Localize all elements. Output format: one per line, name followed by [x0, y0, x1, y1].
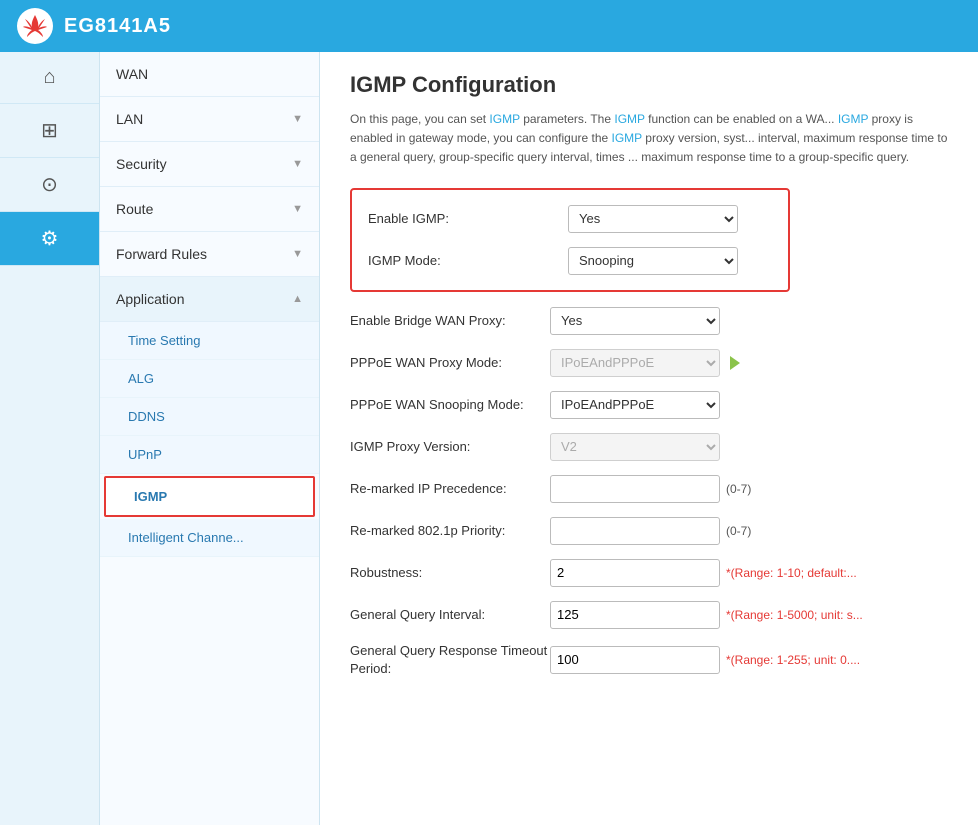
re-marked-ip-hint: (0-7)	[726, 482, 751, 496]
huawei-logo-icon	[16, 7, 54, 45]
general-query-response-hint: *(Range: 1-255; unit: 0....	[726, 653, 860, 667]
general-query-response-input[interactable]	[550, 646, 720, 674]
bridge-wan-proxy-label: Enable Bridge WAN Proxy:	[350, 313, 550, 328]
igmp-proxy-version-label: IGMP Proxy Version:	[350, 439, 550, 454]
re-marked-ip-control: (0-7)	[550, 475, 751, 503]
nav-item-wan[interactable]: WAN	[100, 52, 319, 97]
robustness-control: *(Range: 1-10; default:...	[550, 559, 857, 587]
igmp-mode-label: IGMP Mode:	[368, 253, 568, 268]
re-marked-ip-row: Re-marked IP Precedence: (0-7)	[350, 474, 948, 504]
nav-label-wan: WAN	[116, 66, 148, 82]
igmp-proxy-version-select[interactable]: V2 V3	[550, 433, 720, 461]
subnav-label-ddns: DDNS	[128, 409, 165, 424]
re-marked-ip-label: Re-marked IP Precedence:	[350, 481, 550, 496]
chevron-down-icon: ▼	[292, 113, 303, 125]
re-marked-802-input[interactable]	[550, 517, 720, 545]
enable-igmp-control: Yes No	[568, 205, 738, 233]
nav-item-route[interactable]: Route ▼	[100, 187, 319, 232]
general-query-interval-label: General Query Interval:	[350, 607, 550, 622]
bridge-wan-proxy-row: Enable Bridge WAN Proxy: Yes No	[350, 306, 948, 336]
gear-icon: ⚙	[41, 226, 59, 251]
subnav-label-intelligent-channel: Intelligent Channe...	[128, 530, 244, 545]
general-query-interval-control: *(Range: 1-5000; unit: s...	[550, 601, 863, 629]
nav-item-application[interactable]: Application ▲	[100, 277, 319, 322]
subnav-item-time-setting[interactable]: Time Setting	[100, 322, 319, 360]
pppoe-wan-proxy-mode-row: PPPoE WAN Proxy Mode: IPoEAndPPPoE	[350, 348, 948, 378]
igmp-mode-control: Snooping Proxy	[568, 247, 738, 275]
nav-label-forward-rules: Forward Rules	[116, 246, 207, 262]
nav-item-security[interactable]: Security ▼	[100, 142, 319, 187]
sidebar-item-home[interactable]: ⌂	[0, 52, 99, 104]
subnav-item-upnp[interactable]: UPnP	[100, 436, 319, 474]
pppoe-wan-snooping-mode-control: IPoEAndPPPoE	[550, 391, 720, 419]
cursor-pointer-icon	[730, 356, 740, 370]
page-description: On this page, you can set IGMP parameter…	[350, 110, 948, 168]
sidebar-item-gear[interactable]: ⚙	[0, 212, 99, 266]
clock-icon: ⊙	[41, 172, 58, 197]
igmp-mode-row: IGMP Mode: Snooping Proxy	[368, 246, 772, 276]
subnav-label-upnp: UPnP	[128, 447, 162, 462]
sidebar-item-clock[interactable]: ⊙	[0, 158, 99, 212]
enable-igmp-label: Enable IGMP:	[368, 211, 568, 226]
content-area: IGMP Configuration On this page, you can…	[320, 52, 978, 825]
robustness-row: Robustness: *(Range: 1-10; default:...	[350, 558, 948, 588]
main-layout: ⌂ ⊞ ⊙ ⚙ WAN LAN ▼ Security ▼ Route ▼ For…	[0, 52, 978, 825]
page-title: IGMP Configuration	[350, 72, 948, 98]
chevron-down-icon: ▼	[292, 158, 303, 170]
robustness-label: Robustness:	[350, 565, 550, 580]
app-title: EG8141A5	[64, 15, 171, 38]
chevron-down-icon: ▼	[292, 248, 303, 260]
enable-igmp-row: Enable IGMP: Yes No	[368, 204, 772, 234]
home-icon: ⌂	[43, 66, 55, 89]
nav-item-forward-rules[interactable]: Forward Rules ▼	[100, 232, 319, 277]
nav-label-lan: LAN	[116, 111, 143, 127]
re-marked-802-control: (0-7)	[550, 517, 751, 545]
general-query-interval-hint: *(Range: 1-5000; unit: s...	[726, 608, 863, 622]
logo: EG8141A5	[16, 7, 171, 45]
general-query-response-control: *(Range: 1-255; unit: 0....	[550, 646, 860, 674]
sidebar: ⌂ ⊞ ⊙ ⚙	[0, 52, 100, 825]
pppoe-wan-proxy-mode-control: IPoEAndPPPoE	[550, 349, 740, 377]
re-marked-802-hint: (0-7)	[726, 524, 751, 538]
subnav-item-alg[interactable]: ALG	[100, 360, 319, 398]
igmp-highlight-box: Enable IGMP: Yes No IGMP Mode: Snooping …	[350, 188, 790, 292]
box-icon: ⊞	[41, 118, 58, 143]
subnav-label-alg: ALG	[128, 371, 154, 386]
pppoe-wan-snooping-mode-row: PPPoE WAN Snooping Mode: IPoEAndPPPoE	[350, 390, 948, 420]
nav-label-route: Route	[116, 201, 153, 217]
nav-label-application: Application	[116, 291, 185, 307]
general-query-response-label: General Query Response Timeout Period:	[350, 642, 550, 678]
subnav-item-igmp[interactable]: IGMP	[104, 476, 315, 517]
igmp-mode-select[interactable]: Snooping Proxy	[568, 247, 738, 275]
subnav-label-time-setting: Time Setting	[128, 333, 201, 348]
igmp-proxy-version-control: V2 V3	[550, 433, 720, 461]
chevron-down-icon: ▼	[292, 203, 303, 215]
general-query-interval-input[interactable]	[550, 601, 720, 629]
pppoe-wan-proxy-mode-select[interactable]: IPoEAndPPPoE	[550, 349, 720, 377]
pppoe-wan-proxy-mode-label: PPPoE WAN Proxy Mode:	[350, 355, 550, 370]
chevron-up-icon: ▲	[292, 293, 303, 305]
subnav-label-igmp: IGMP	[134, 489, 167, 504]
re-marked-802-row: Re-marked 802.1p Priority: (0-7)	[350, 516, 948, 546]
bridge-wan-proxy-select[interactable]: Yes No	[550, 307, 720, 335]
igmp-proxy-version-row: IGMP Proxy Version: V2 V3	[350, 432, 948, 462]
bridge-wan-proxy-control: Yes No	[550, 307, 720, 335]
general-query-response-row: General Query Response Timeout Period: *…	[350, 642, 948, 678]
re-marked-ip-input[interactable]	[550, 475, 720, 503]
subnav-item-ddns[interactable]: DDNS	[100, 398, 319, 436]
enable-igmp-select[interactable]: Yes No	[568, 205, 738, 233]
header: EG8141A5	[0, 0, 978, 52]
sidebar-item-box[interactable]: ⊞	[0, 104, 99, 158]
general-query-interval-row: General Query Interval: *(Range: 1-5000;…	[350, 600, 948, 630]
subnav-item-intelligent-channel[interactable]: Intelligent Channe...	[100, 519, 319, 557]
pppoe-wan-snooping-mode-label: PPPoE WAN Snooping Mode:	[350, 397, 550, 412]
nav-item-lan[interactable]: LAN ▼	[100, 97, 319, 142]
robustness-hint: *(Range: 1-10; default:...	[726, 566, 857, 580]
nav-panel: WAN LAN ▼ Security ▼ Route ▼ Forward Rul…	[100, 52, 320, 825]
re-marked-802-label: Re-marked 802.1p Priority:	[350, 523, 550, 538]
pppoe-wan-snooping-mode-select[interactable]: IPoEAndPPPoE	[550, 391, 720, 419]
robustness-input[interactable]	[550, 559, 720, 587]
nav-label-security: Security	[116, 156, 167, 172]
